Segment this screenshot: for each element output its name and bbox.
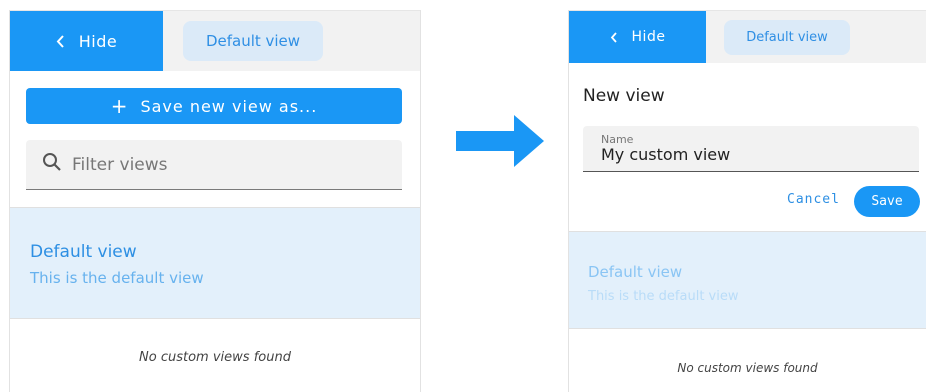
new-view-form-title: New view [583,86,665,106]
view-list-item-default[interactable]: Default view This is the default view [569,231,926,329]
hide-button-label: Hide [78,31,118,51]
save-new-view-button[interactable]: + Save new view as... [26,88,402,124]
cancel-button[interactable]: Cancel [787,192,840,207]
view-name-input[interactable] [601,145,901,164]
hide-button[interactable]: Hide [10,11,163,71]
before-after-comparison: Hide Default view + Save new view as... … [0,0,926,392]
panel-top-bar: Hide Default view [10,10,420,71]
empty-views-message: No custom views found [139,350,291,365]
empty-views-message: No custom views found [677,361,818,375]
view-item-title: Default view [588,263,683,281]
view-item-title: Default view [30,242,137,262]
filter-views-field[interactable] [26,140,402,190]
search-icon [42,152,62,177]
plus-icon: + [110,94,129,118]
hide-button[interactable]: Hide [569,11,706,63]
views-panel-after: Hide Default view New view Name Cancel S… [568,10,926,392]
view-list-item-default[interactable]: Default view This is the default view [10,207,420,319]
current-view-chip[interactable]: Default view [183,21,323,61]
save-button[interactable]: Save [854,186,920,217]
views-panel-before: Hide Default view + Save new view as... … [9,10,421,392]
filter-views-input[interactable] [72,154,372,175]
hide-button-label: Hide [631,29,666,45]
chevron-left-icon [610,31,618,43]
save-new-view-label: Save new view as... [140,96,318,116]
panel-top-bar: Hide Default view [569,10,926,63]
arrow-right-icon [456,113,546,174]
view-name-field[interactable]: Name [583,126,919,172]
view-item-subtitle: This is the default view [30,269,204,287]
current-view-chip[interactable]: Default view [724,20,850,55]
view-item-subtitle: This is the default view [588,289,739,304]
chevron-left-icon [56,34,65,48]
